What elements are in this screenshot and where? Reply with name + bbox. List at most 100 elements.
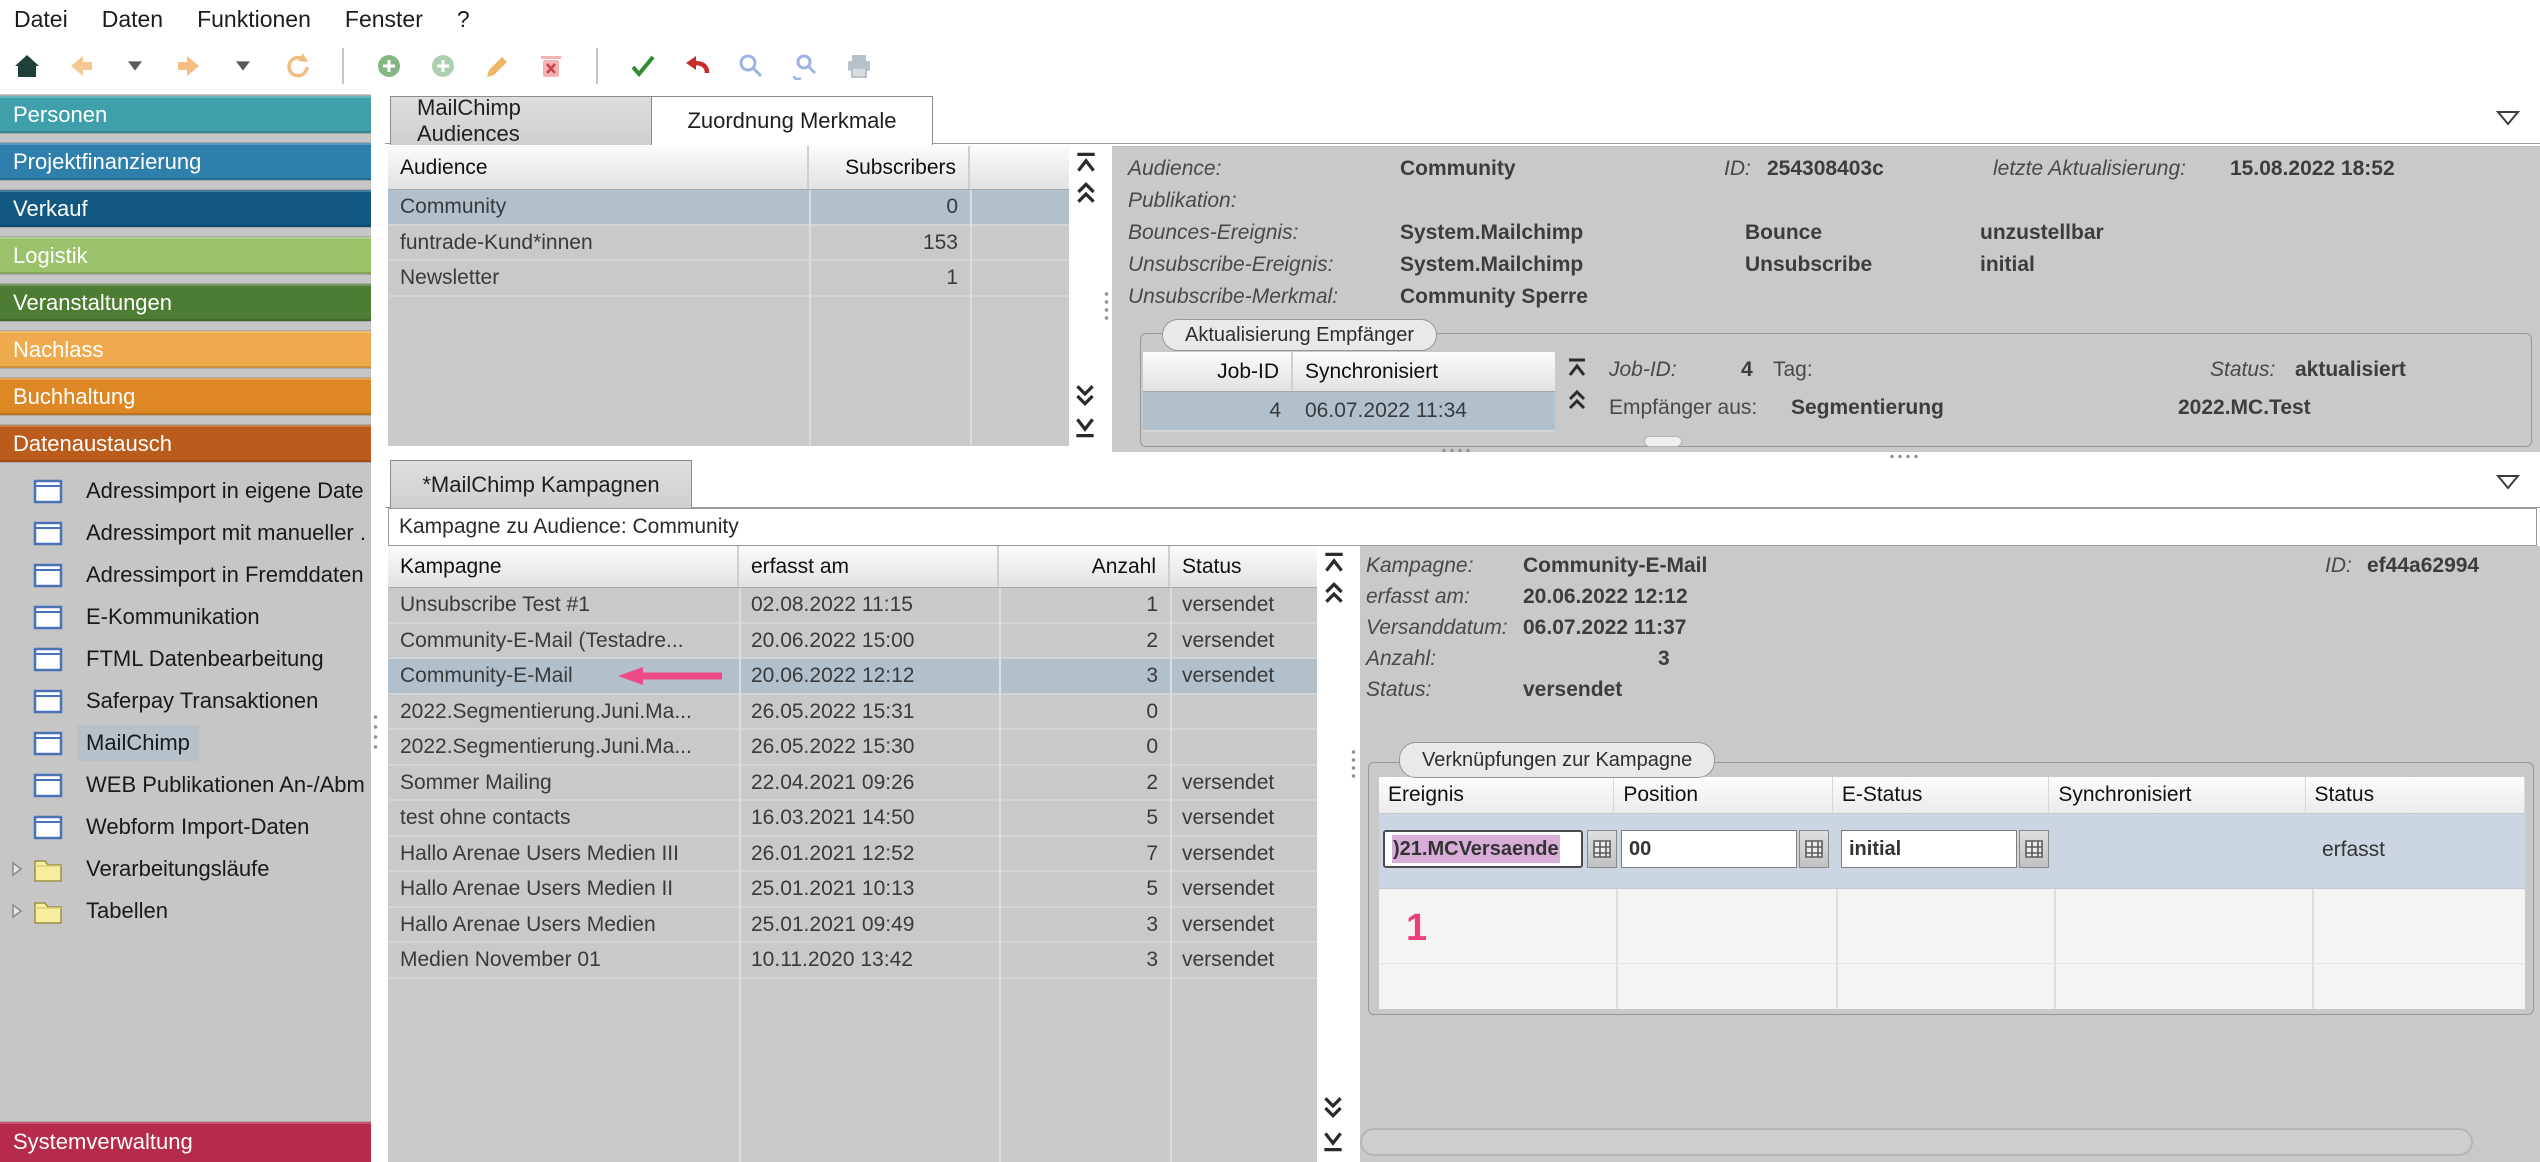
scroll-page-down-icon[interactable] <box>1072 382 1098 408</box>
tree-item[interactable]: Saferpay Transaktionen <box>0 680 371 722</box>
kampagne-row[interactable]: Community-E-Mail (Testadre... 20.06.2022… <box>388 624 1317 660</box>
column-header-job-id[interactable]: Job-ID <box>1143 352 1293 391</box>
tree-item[interactable]: Adressimport in eigene Date <box>0 470 371 512</box>
scroll-to-bottom-icon[interactable] <box>1320 1128 1346 1154</box>
tag-value: 2022.MC.Test <box>2178 396 2311 420</box>
panel-splitter-grip[interactable] <box>1351 748 1356 782</box>
audience-row[interactable]: Community 0 <box>388 190 1069 226</box>
menu-item[interactable]: Daten <box>102 6 163 33</box>
undo-icon[interactable] <box>682 51 712 81</box>
job-row[interactable]: 4 06.07.2022 11:34 <box>1143 392 1555 432</box>
verknuepfung-row[interactable]: )21.MCVersaende erfasst <box>1379 814 2525 889</box>
panel-splitter-grip[interactable] <box>1440 448 1474 453</box>
tab-mailchimp-audiences[interactable]: MailChimp Audiences <box>390 96 652 145</box>
home-icon[interactable] <box>12 51 42 81</box>
search-related-icon[interactable] <box>790 51 820 81</box>
scroll-page-down-icon[interactable] <box>1320 1094 1346 1120</box>
scroll-page-up-icon[interactable] <box>1321 580 1347 606</box>
module-band[interactable]: Verkauf <box>0 190 371 227</box>
forward-icon[interactable] <box>174 51 204 81</box>
scroll-to-top-icon[interactable] <box>1565 356 1589 380</box>
column-header-status[interactable]: Status <box>1170 546 1317 587</box>
module-band[interactable]: Veranstaltungen <box>0 284 371 321</box>
sidebar-resize-grip[interactable] <box>373 712 378 752</box>
merkmal-value: Community Sperre <box>1400 285 1588 309</box>
tab-mailchimp-kampagnen[interactable]: *MailChimp Kampagnen <box>390 460 692 509</box>
column-header-e-status[interactable]: E-Status <box>1833 777 2050 813</box>
module-band[interactable]: Logistik <box>0 237 371 274</box>
column-header-kampagne[interactable]: Kampagne <box>388 546 739 587</box>
module-band[interactable]: Buchhaltung <box>0 378 371 415</box>
position-lookup-button[interactable] <box>1799 830 1829 868</box>
scroll-to-top-icon[interactable] <box>1073 150 1099 176</box>
menu-item[interactable]: ? <box>457 6 470 33</box>
edit-record-icon[interactable] <box>482 51 512 81</box>
scroll-page-up-icon[interactable] <box>1565 388 1589 412</box>
module-band[interactable]: Nachlass <box>0 331 371 368</box>
menu-item[interactable]: Fenster <box>345 6 423 33</box>
kampagne-row[interactable]: Hallo Arenae Users Medien 25.01.2021 09:… <box>388 908 1317 944</box>
column-header-anzahl[interactable]: Anzahl <box>999 546 1170 587</box>
column-header-position[interactable]: Position <box>1614 777 1832 813</box>
column-header-subscribers[interactable]: Subscribers <box>809 146 970 189</box>
tab-zuordnung-merkmale[interactable]: Zuordnung Merkmale <box>651 96 933 145</box>
tree-item[interactable]: Adressimport mit manueller . <box>0 512 371 554</box>
module-band[interactable]: Personen <box>0 96 371 133</box>
tree-item[interactable]: Verarbeitungsläufe <box>0 848 371 890</box>
tree-item[interactable]: FTML Datenbearbeitung <box>0 638 371 680</box>
forward-dropdown-icon[interactable] <box>228 51 258 81</box>
e-status-input[interactable] <box>1841 830 2017 868</box>
kampagne-cell-erfasst: 10.11.2020 13:42 <box>739 943 999 977</box>
scroll-page-up-icon[interactable] <box>1073 180 1099 206</box>
module-band[interactable]: Projektfinanzierung <box>0 143 371 180</box>
ereignis-lookup-button[interactable] <box>1587 830 1617 868</box>
kampagne-row[interactable]: 2022.Segmentierung.Juni.Ma... 26.05.2022… <box>388 730 1317 766</box>
kampagne-row[interactable]: Community-E-Mail 20.06.2022 12:12 3 vers… <box>388 659 1317 695</box>
audience-row[interactable]: funtrade-Kund*innen 153 <box>388 226 1069 262</box>
kampagne-row[interactable]: Unsubscribe Test #1 02.08.2022 11:15 1 v… <box>388 588 1317 624</box>
panel-splitter-grip[interactable] <box>1104 290 1109 324</box>
kampagne-row[interactable]: Hallo Arenae Users Medien II 25.01.2021 … <box>388 872 1317 908</box>
delete-record-icon[interactable] <box>536 51 566 81</box>
print-icon[interactable] <box>844 51 874 81</box>
scroll-to-bottom-icon[interactable] <box>1072 414 1098 440</box>
column-header-ereignis[interactable]: Ereignis <box>1379 777 1614 813</box>
tree-item[interactable]: E-Kommunikation <box>0 596 371 638</box>
column-header-status[interactable]: Status <box>2306 777 2525 813</box>
tree-item[interactable]: Webform Import-Daten <box>0 806 371 848</box>
module-band-systemverwaltung[interactable]: Systemverwaltung <box>0 1122 371 1162</box>
kampagne-row[interactable]: 2022.Segmentierung.Juni.Ma... 26.05.2022… <box>388 695 1317 731</box>
column-header-audience[interactable]: Audience <box>388 146 809 189</box>
horizontal-scrollbar-thumb[interactable] <box>1644 436 1682 447</box>
back-icon[interactable] <box>66 51 96 81</box>
empty-row: 1 <box>1379 889 2525 964</box>
add-record-icon[interactable] <box>374 51 404 81</box>
dropdown-arrow-icon[interactable] <box>2496 474 2520 490</box>
scroll-to-top-icon[interactable] <box>1321 550 1347 576</box>
tree-item[interactable]: Tabellen <box>0 890 371 932</box>
tree-item[interactable]: MailChimp <box>0 722 371 764</box>
menu-item[interactable]: Datei <box>14 6 68 33</box>
refresh-icon[interactable] <box>282 51 312 81</box>
module-band[interactable]: Datenaustausch <box>0 425 371 462</box>
add-record-copy-icon[interactable] <box>428 51 458 81</box>
tree-item[interactable]: Adressimport in Fremddaten <box>0 554 371 596</box>
back-dropdown-icon[interactable] <box>120 51 150 81</box>
kampagne-row[interactable]: Sommer Mailing 22.04.2021 09:26 2 versen… <box>388 766 1317 802</box>
dropdown-arrow-icon[interactable] <box>2496 110 2520 126</box>
menu-item[interactable]: Funktionen <box>197 6 311 33</box>
column-header-synchronisiert[interactable]: Synchronisiert <box>1293 352 1555 391</box>
audience-row[interactable]: Newsletter 1 <box>388 261 1069 297</box>
tree-item[interactable]: WEB Publikationen An-/Abm <box>0 764 371 806</box>
horizontal-scrollbar-thumb[interactable] <box>1360 1128 2473 1156</box>
search-icon[interactable] <box>736 51 766 81</box>
confirm-icon[interactable] <box>628 51 658 81</box>
kampagne-row[interactable]: Medien November 01 10.11.2020 13:42 3 ve… <box>388 943 1317 979</box>
position-input[interactable] <box>1621 830 1797 868</box>
column-header-erfasst-am[interactable]: erfasst am <box>739 546 999 587</box>
e-status-lookup-button[interactable] <box>2019 830 2049 868</box>
ereignis-input[interactable]: )21.MCVersaende <box>1383 830 1583 868</box>
column-header-synchronisiert[interactable]: Synchronisiert <box>2049 777 2305 813</box>
kampagne-row[interactable]: test ohne contacts 16.03.2021 14:50 5 ve… <box>388 801 1317 837</box>
kampagne-row[interactable]: Hallo Arenae Users Medien III 26.01.2021… <box>388 837 1317 873</box>
